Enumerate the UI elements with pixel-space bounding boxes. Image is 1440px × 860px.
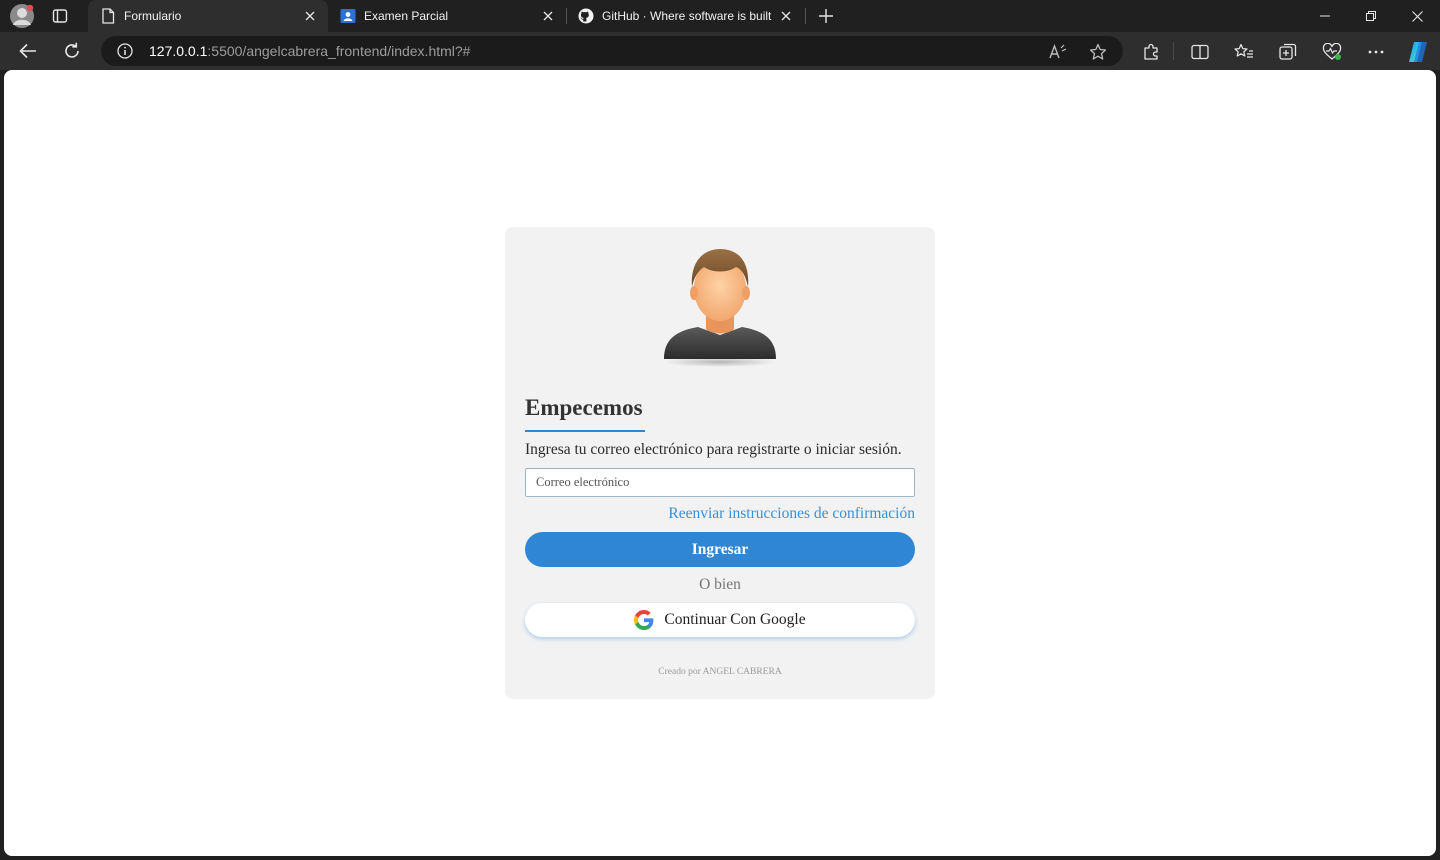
title-underline (525, 430, 645, 432)
or-separator: O bien (699, 576, 741, 593)
tab-github[interactable]: GitHub · Where software is built (566, 0, 804, 32)
favorite-star-icon[interactable] (1086, 40, 1110, 64)
google-signin-button[interactable]: Continuar Con Google (525, 603, 915, 637)
page-subtitle: Ingresa tu correo electrónico para regis… (525, 441, 902, 458)
tab-title: Examen Parcial (364, 9, 449, 23)
favorites-list-icon[interactable] (1232, 40, 1256, 64)
close-tab-icon[interactable] (540, 8, 556, 24)
profile-avatar-icon[interactable] (8, 3, 36, 29)
login-button[interactable]: Ingresar (525, 532, 915, 567)
tab-separator (805, 8, 806, 24)
tab-formulario[interactable]: Formulario (88, 0, 328, 32)
google-button-label: Continuar Con Google (664, 611, 806, 628)
tab-actions-icon[interactable] (48, 4, 72, 28)
browser-tab-strip: Formulario Examen Parcial GitHub · Where… (0, 0, 1440, 32)
user-avatar-icon (660, 243, 780, 367)
address-url[interactable]: 127.0.0.1:5500/angelcabrera_frontend/ind… (149, 43, 470, 59)
page-viewport: Empecemos Ingresa tu correo electrónico … (4, 70, 1436, 856)
split-screen-icon[interactable] (1188, 40, 1212, 64)
back-arrow-icon[interactable] (14, 38, 42, 64)
document-icon (100, 8, 116, 24)
more-options-icon[interactable] (1364, 40, 1388, 64)
site-info-icon[interactable] (116, 42, 134, 60)
minimize-icon[interactable] (1302, 0, 1348, 32)
tab-title: Formulario (124, 9, 182, 23)
classroom-icon (340, 8, 356, 24)
read-aloud-icon[interactable] (1046, 40, 1070, 64)
google-logo-icon (634, 610, 654, 630)
resend-confirmation-link[interactable]: Reenviar instrucciones de confirmación (668, 505, 915, 523)
close-tab-icon[interactable] (302, 8, 318, 24)
close-tab-icon[interactable] (778, 8, 794, 24)
page-title: Empecemos (525, 395, 643, 420)
collections-icon[interactable] (1276, 40, 1300, 64)
login-card: Empecemos Ingresa tu correo electrónico … (505, 227, 935, 699)
browser-essentials-icon[interactable] (1320, 40, 1344, 64)
author-credit: Creado por ANGEL CABRERA (658, 667, 782, 677)
email-input[interactable] (525, 468, 915, 497)
tab-title: GitHub · Where software is built (602, 9, 772, 23)
close-window-icon[interactable] (1394, 0, 1440, 32)
new-tab-plus-icon[interactable] (814, 4, 838, 28)
copilot-icon[interactable] (1404, 38, 1432, 66)
toolbar-separator (1173, 42, 1174, 60)
url-host: 127.0.0.1 (149, 43, 208, 59)
github-icon (578, 8, 594, 24)
extensions-puzzle-icon[interactable] (1139, 40, 1163, 64)
tab-examen-parcial[interactable]: Examen Parcial (328, 0, 566, 32)
refresh-icon[interactable] (58, 38, 86, 64)
url-path: :5500/angelcabrera_frontend/index.html?# (207, 43, 471, 59)
restore-icon[interactable] (1348, 0, 1394, 32)
